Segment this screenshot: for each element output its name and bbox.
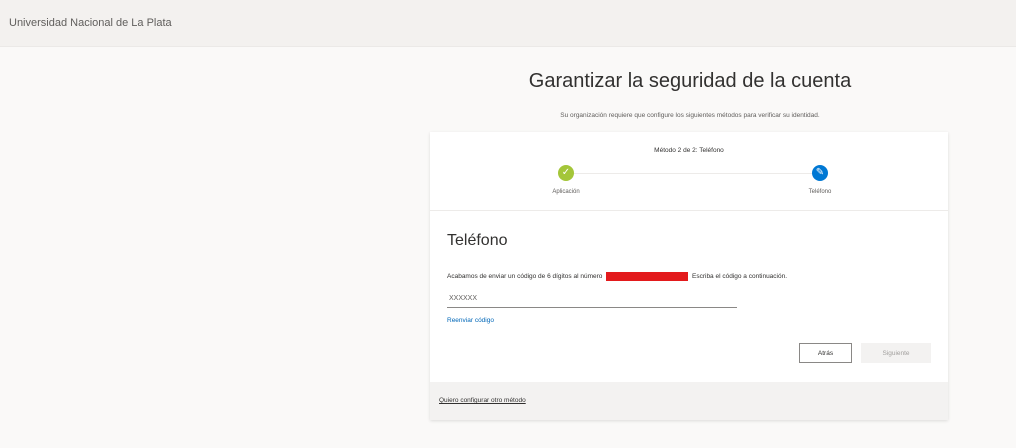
verification-code-input[interactable] <box>447 289 737 308</box>
step-label-aplicacion: Aplicación <box>552 189 580 195</box>
step-connector <box>566 173 820 174</box>
page-subtitle: Su organización requiere que configure l… <box>560 112 820 119</box>
other-method-link[interactable]: Quiero configurar otro método <box>439 397 526 404</box>
card-footer: Quiero configurar otro método <box>430 382 948 420</box>
top-bar: Universidad Nacional de La Plata <box>0 0 1016 47</box>
setup-card: Método 2 de 2: Teléfono ✓ ✎ Aplicación T… <box>430 132 948 420</box>
step-title: Método 2 de 2: Teléfono <box>654 147 724 154</box>
step-label-telefono: Teléfono <box>808 189 832 195</box>
back-button[interactable]: Atrás <box>799 343 852 363</box>
section-title: Teléfono <box>447 232 508 249</box>
org-name: Universidad Nacional de La Plata <box>9 17 172 29</box>
next-button[interactable]: Siguiente <box>861 343 931 363</box>
step-dot-aplicacion: ✓ <box>558 165 574 181</box>
page-title: Garantizar la seguridad de la cuenta <box>528 70 852 92</box>
progress-steps: Método 2 de 2: Teléfono ✓ ✎ Aplicación T… <box>430 132 948 211</box>
check-icon: ✓ <box>561 167 571 178</box>
resend-code-link[interactable]: Reenviar código <box>447 317 494 324</box>
redacted-phone-number <box>606 272 689 281</box>
pencil-icon: ✎ <box>815 167 825 178</box>
instruction-text: Acabamos de enviar un código de 6 dígito… <box>447 272 937 281</box>
instruction-prefix: Acabamos de enviar un código de 6 dígito… <box>447 273 603 281</box>
instruction-suffix: Escriba el código a continuación. <box>692 273 788 281</box>
step-dot-telefono: ✎ <box>812 165 828 181</box>
